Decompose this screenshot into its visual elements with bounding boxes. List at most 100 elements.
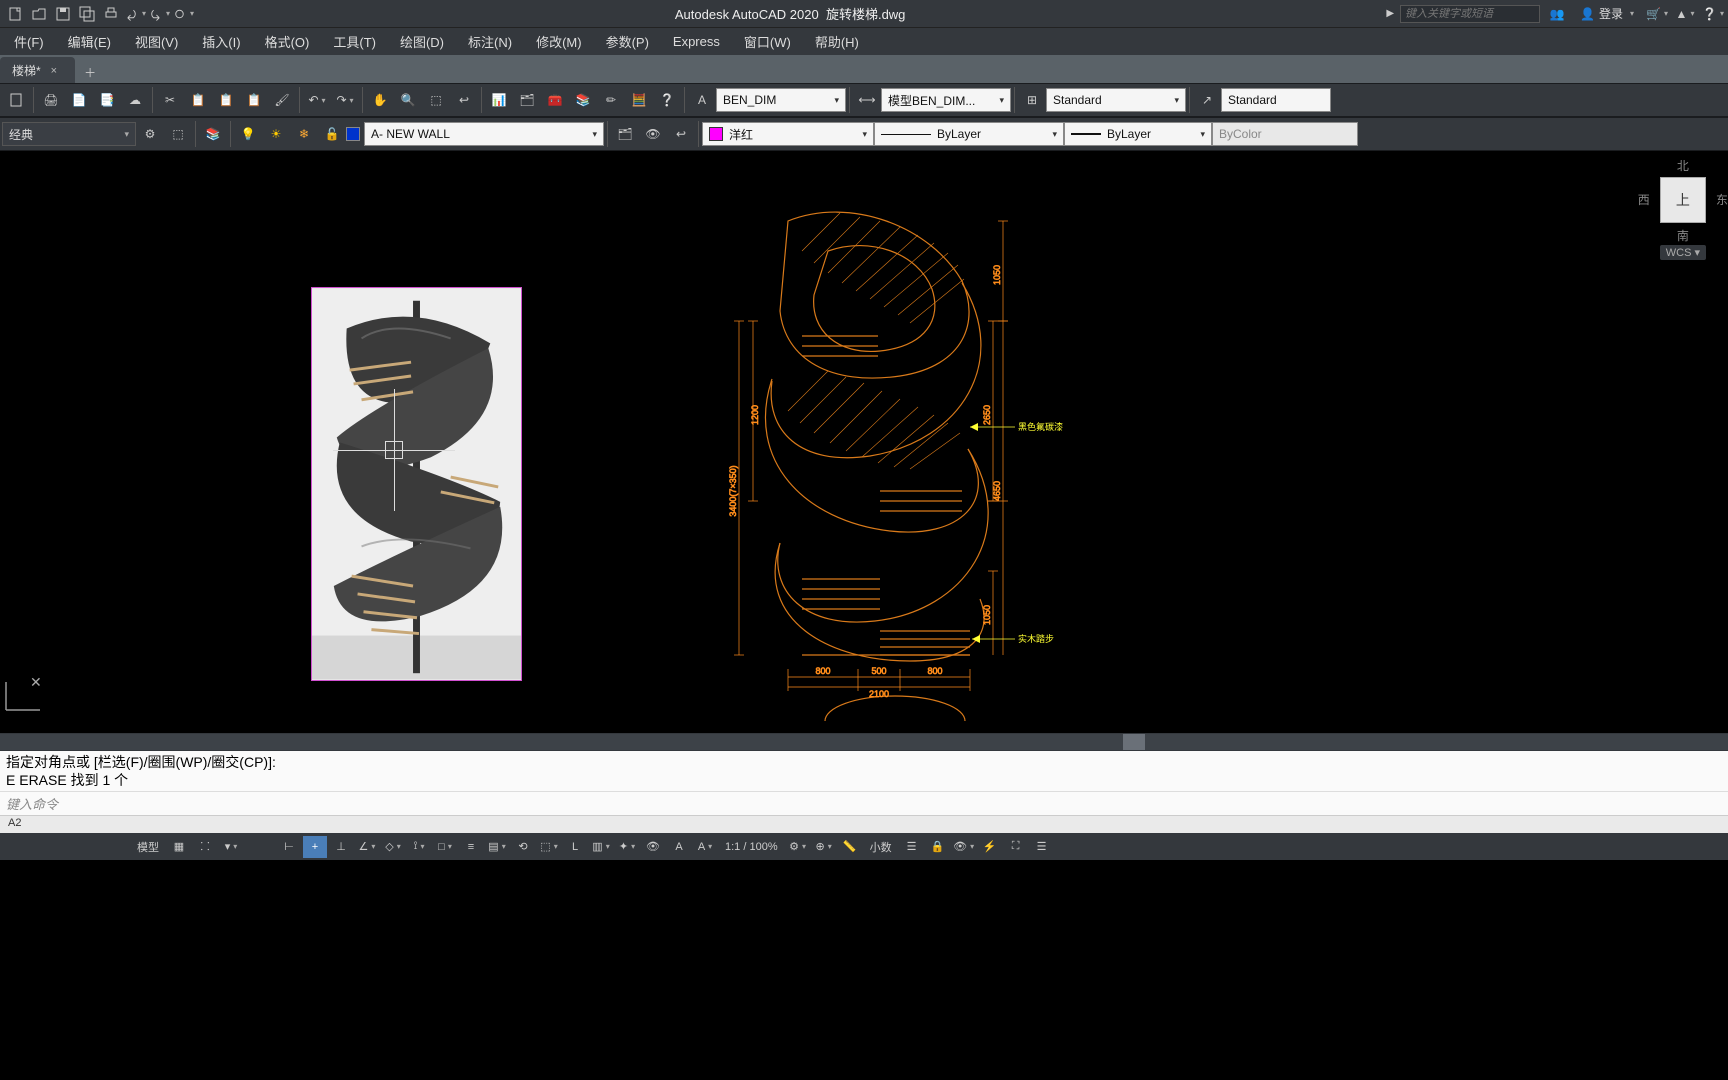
calculator-icon[interactable]: 🧮 [626,87,652,113]
search-input[interactable] [1400,5,1540,23]
menu-tools[interactable]: 工具(T) [323,28,386,55]
text-style-icon[interactable]: A [689,87,715,113]
lineweight-dropdown[interactable]: ByLayer▾ [1064,122,1212,146]
osnap-tracking-icon[interactable]: ⟟ [407,836,431,858]
status-model[interactable]: 模型 [131,839,165,855]
transparency-icon[interactable]: ▤ [485,836,509,858]
layout-tab[interactable]: A2 [0,815,1728,833]
help-icon[interactable]: ❔ [1702,3,1724,25]
matchprop-icon[interactable]: 🖌 [269,87,295,113]
workspace-settings-icon[interactable]: ⬚ [165,121,191,147]
dimstyle-icon[interactable]: ⟷ [854,87,880,113]
polar-icon[interactable]: ∠ [355,836,379,858]
save-icon[interactable] [52,3,74,25]
color-dropdown[interactable]: 洋红▾ [702,122,874,146]
wcs-label[interactable]: WCS ▾ [1660,245,1706,260]
annotation-visibility-icon[interactable]: 👁 [641,836,665,858]
gizmo-icon[interactable]: ✦ [615,836,639,858]
designcenter-icon[interactable]: 🗂 [514,87,540,113]
layer-previous-icon[interactable]: ↩ [668,121,694,147]
gear-icon[interactable]: ⚙ [137,121,163,147]
undo-icon[interactable]: ↶ [304,87,330,113]
cut-icon[interactable]: ✂ [157,87,183,113]
units-icon[interactable]: 📏 [838,836,862,858]
markup-icon[interactable]: ✏ [598,87,624,113]
constraint-icon[interactable]: ⊢ [277,836,301,858]
new-tab-button[interactable]: ＋ [77,61,103,83]
menu-dimension[interactable]: 标注(N) [458,28,522,55]
selection-cycling-icon[interactable]: ⟲ [511,836,535,858]
annotation-auto-icon[interactable]: A [667,836,691,858]
saveas-icon[interactable] [76,3,98,25]
snap-settings-icon[interactable]: ▾ [219,836,243,858]
cart-icon[interactable]: 🛒 [1646,3,1668,25]
command-input[interactable]: 键入命令 [0,791,1728,815]
paste-icon[interactable]: 📋 [241,87,267,113]
menu-help[interactable]: 帮助(H) [805,28,869,55]
menu-edit[interactable]: 编辑(E) [58,28,121,55]
ucs-icon[interactable]: ✕ [2,680,46,717]
zoom-window-icon[interactable]: ⬚ [423,87,449,113]
drawing-canvas[interactable]: 北 南 西 东 上 WCS ▾ [0,151,1728,733]
scrollbar-thumb[interactable] [1123,734,1145,750]
tool-palettes-icon[interactable]: 🧰 [542,87,568,113]
cad-drawing[interactable]: 1050 2650 4650 1050 1200 3400(7×350) [710,191,1080,734]
plot-preview-icon[interactable]: 📄 [66,87,92,113]
lineweight-icon[interactable]: ≡ [459,836,483,858]
units-label[interactable]: 小数 [864,839,898,855]
zoom-label[interactable]: 1:1 / 100% [719,841,784,853]
doc-tab[interactable]: 楼梯* × [0,57,75,83]
open-icon[interactable] [28,3,50,25]
command-window[interactable]: 指定对角点或 [栏选(F)/圈围(WP)/圈交(CP)]: E ERASE 找到… [0,751,1728,791]
ortho-icon[interactable]: ⊥ [329,836,353,858]
viewcube-top[interactable]: 上 [1660,177,1706,223]
table-style-dropdown[interactable]: Standard▾ [1046,88,1186,112]
print-icon[interactable] [100,3,122,25]
mleader-style-dropdown[interactable]: Standard [1221,88,1331,112]
menu-modify[interactable]: 修改(M) [526,28,592,55]
menu-express[interactable]: Express [663,30,730,53]
help-icon[interactable]: ❔ [654,87,680,113]
pan-icon[interactable]: ✋ [367,87,393,113]
menu-parametric[interactable]: 参数(P) [596,28,659,55]
menu-format[interactable]: 格式(O) [255,28,320,55]
clean-screen-icon[interactable]: ⛶ [1004,836,1028,858]
autodesk-app-icon[interactable]: ▲ [1674,3,1696,25]
dim-style-dropdown[interactable]: 模型BEN_DIM...▾ [881,88,1011,112]
text-style-dropdown[interactable]: BEN_DIM▾ [716,88,846,112]
menu-file[interactable]: 件(F) [4,28,54,55]
reference-image[interactable] [311,287,522,681]
layer-dropdown[interactable]: A- NEW WALL▾ [364,122,604,146]
linetype-dropdown[interactable]: ByLayer▾ [874,122,1064,146]
sheet-set-icon[interactable]: 📚 [570,87,596,113]
publish-icon[interactable]: 📑 [94,87,120,113]
mleader-style-icon[interactable]: ↗ [1194,87,1220,113]
menu-insert[interactable]: 插入(I) [192,28,250,55]
undo-icon[interactable] [124,3,146,25]
menu-window[interactable]: 窗口(W) [734,28,801,55]
grid-icon[interactable]: ▦ [167,836,191,858]
isolate-objects-icon[interactable]: 👁 [952,836,976,858]
osnap-2d-icon[interactable]: □ [433,836,457,858]
menu-draw[interactable]: 绘图(D) [390,28,454,55]
copy-icon[interactable]: 📋 [185,87,211,113]
print-icon[interactable]: 🖨 [38,87,64,113]
annotation-monitor-icon[interactable]: ⊕ [812,836,836,858]
workspace-switch-icon[interactable]: ⚙ [786,836,810,858]
dynamic-input-icon[interactable]: + [303,836,327,858]
layer-isolate-icon[interactable]: 👁 [640,121,666,147]
close-icon[interactable]: ✕ [30,674,42,691]
lock-ui-icon[interactable]: 🔒 [926,836,950,858]
zoom-realtime-icon[interactable]: 🔍 [395,87,421,113]
customize-icon[interactable] [172,3,194,25]
new-icon[interactable] [3,87,29,113]
3d-osnap-icon[interactable]: ⬚ [537,836,561,858]
hardware-accel-icon[interactable]: ⚡ [978,836,1002,858]
redo-icon[interactable] [148,3,170,25]
viewcube-north[interactable]: 北 [1660,157,1706,174]
annotation-scale-icon[interactable]: A [693,836,717,858]
workspace-dropdown[interactable]: 经典▾ [2,122,136,146]
viewcube-east[interactable]: 东 [1716,191,1728,208]
viewcube[interactable]: 北 南 西 东 上 WCS ▾ [1660,173,1706,260]
new-icon[interactable] [4,3,26,25]
